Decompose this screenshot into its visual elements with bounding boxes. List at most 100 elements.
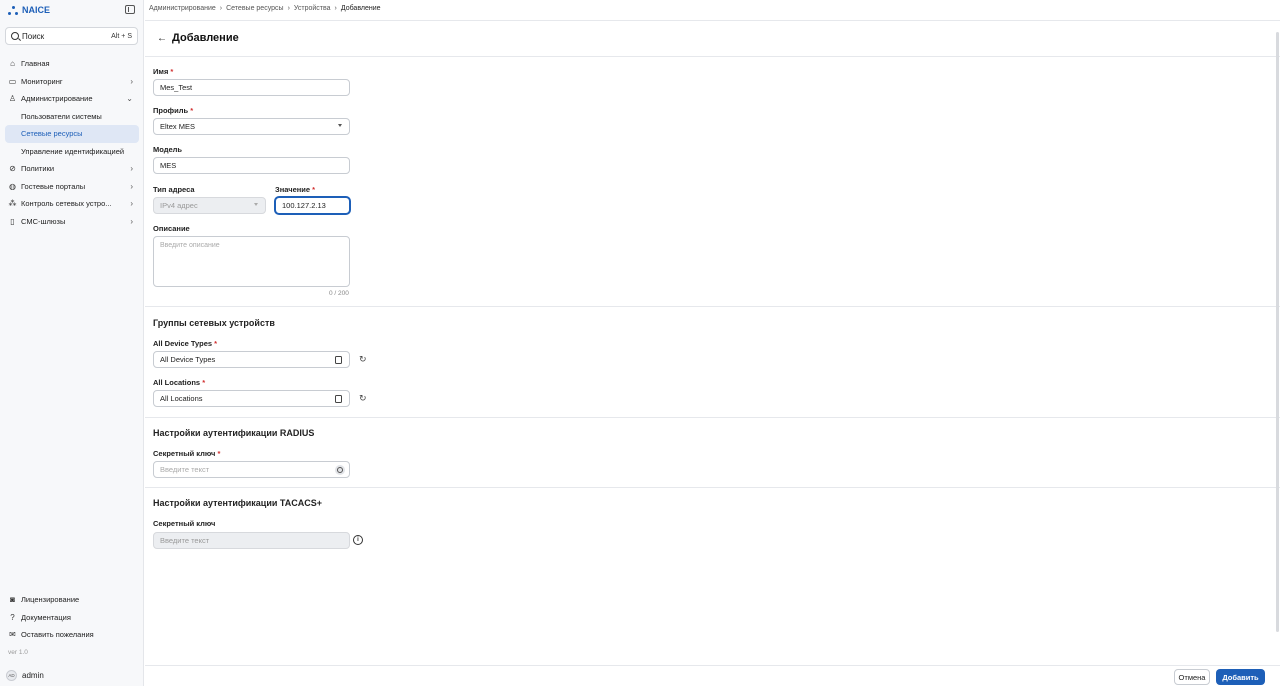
search-icon <box>11 32 19 40</box>
chevron-right-icon: › <box>130 199 133 208</box>
sidebar-item-device-control[interactable]: ⁂ Контроль сетевых устро... › <box>0 195 144 213</box>
sidebar-item-monitoring[interactable]: ▭ Мониторинг › <box>0 73 144 91</box>
profile-select[interactable]: Eltex MES <box>153 118 350 135</box>
sidebar-item-label: Документация <box>21 612 71 622</box>
refresh-icon[interactable]: ↻ <box>359 393 367 404</box>
model-field[interactable]: MES <box>153 157 350 174</box>
sidebar-item-feedback[interactable]: ✉ Оставить пожелания <box>0 626 144 644</box>
radius-secret-field[interactable]: Введите текст <box>153 461 350 478</box>
chevron-down-icon: ⌄ <box>126 94 133 103</box>
sidebar-item-network-resources[interactable]: Сетевые ресурсы <box>5 125 139 143</box>
phone-icon: ▯ <box>10 216 15 226</box>
device-types-label: All Device Types * <box>153 339 218 348</box>
device-types-field[interactable]: All Device Types <box>153 351 350 368</box>
sidebar-item-identity-management[interactable]: Управление идентификацией <box>0 143 144 161</box>
chevron-right-icon: › <box>130 216 133 226</box>
radius-secret-placeholder: Введите текст <box>160 465 210 474</box>
address-value-field[interactable]: 100.127.2.13 <box>275 197 350 214</box>
back-arrow-icon[interactable]: ← <box>157 33 167 44</box>
name-field[interactable]: Mes_Test <box>153 79 350 96</box>
tacacs-section-title: Настройки аутентификации TACACS+ <box>153 498 322 508</box>
breadcrumb-separator: › <box>287 5 290 12</box>
add-button[interactable]: Добавить <box>1216 669 1265 685</box>
sidebar-item-label: Управление идентификацией <box>21 146 125 156</box>
page-header: ← Добавление <box>145 20 1280 57</box>
sidebar-nav: ⌂ Главная ▭ Мониторинг › ♙ Администриров… <box>0 55 144 230</box>
user-name: admin <box>22 671 44 680</box>
sidebar-item-label: Контроль сетевых устро... <box>21 199 112 209</box>
radius-secret-label: Секретный ключ * <box>153 449 221 458</box>
profile-label: Профиль * <box>153 106 194 115</box>
chevron-right-icon: › <box>130 76 133 86</box>
mail-icon: ✉ <box>9 630 16 640</box>
sidebar-item-guest-portals[interactable]: ◍ Гостевые порталы › <box>0 178 144 196</box>
help-icon: ? <box>10 612 15 622</box>
sidebar-item-documentation[interactable]: ? Документация <box>0 609 144 627</box>
section-divider <box>145 306 1280 307</box>
locations-label: All Locations * <box>153 378 206 387</box>
monitor-icon: ▭ <box>8 76 17 86</box>
license-icon: ◙ <box>10 595 15 605</box>
network-icon: ⁂ <box>8 199 17 209</box>
sidebar: NAICE Поиск Alt + S ⌂ Главная ▭ Монитори… <box>0 0 144 686</box>
page-title: Добавление <box>172 32 239 44</box>
search-input[interactable]: Поиск Alt + S <box>5 27 138 45</box>
sidebar-item-label: Главная <box>21 59 50 69</box>
address-value-label: Значение * <box>275 185 316 194</box>
info-icon[interactable]: i <box>353 535 363 545</box>
description-counter: 0 / 200 <box>329 290 349 297</box>
search-shortcut: Alt + S <box>111 32 132 40</box>
breadcrumb-item[interactable]: Устройства <box>294 5 331 12</box>
sidebar-item-label: Оставить пожелания <box>21 630 94 640</box>
avatar: AD <box>6 670 17 681</box>
breadcrumb-item[interactable]: Администрирование <box>149 5 216 12</box>
address-type-select: IPv4 адрес <box>153 197 266 214</box>
breadcrumb-separator: › <box>219 5 223 12</box>
caret-down-icon <box>338 124 342 127</box>
tacacs-secret-field: Введите текст <box>153 532 350 549</box>
logo-icon <box>8 5 18 15</box>
wifi-icon: ◍ <box>9 181 16 191</box>
profile-select-value: Eltex MES <box>160 122 196 131</box>
sidebar-item-label: Лицензирование <box>21 595 80 605</box>
brand-logo[interactable]: NAICE <box>8 5 50 15</box>
search-label: Поиск <box>22 31 45 41</box>
groups-section-title: Группы сетевых устройств <box>153 318 275 328</box>
sidebar-item-administration[interactable]: ♙ Администрирование ⌄ <box>0 90 144 108</box>
brand-name: NAICE <box>22 5 51 15</box>
refresh-icon[interactable]: ↻ <box>359 354 367 365</box>
users-icon: ♙ <box>8 94 17 104</box>
sidebar-item-system-users[interactable]: Пользователи системы <box>0 108 144 126</box>
version-label: ver 1.0 <box>8 649 28 656</box>
sidebar-item-label: Администрирование <box>21 94 93 104</box>
locations-value: All Locations <box>160 394 203 403</box>
cancel-button[interactable]: Отмена <box>1174 669 1210 685</box>
description-textarea[interactable]: Введите описание <box>153 236 350 287</box>
address-type-label: Тип адреса <box>153 185 195 194</box>
breadcrumb-item[interactable]: Сетевые ресурсы <box>226 5 283 12</box>
scrollbar[interactable] <box>1276 32 1279 632</box>
address-type-value: IPv4 адрес <box>160 201 198 210</box>
home-icon: ⌂ <box>10 59 15 69</box>
sidebar-item-sms-gateways[interactable]: ▯ СМС-шлюзы › <box>0 213 144 231</box>
tacacs-secret-label: Секретный ключ <box>153 519 216 528</box>
tree-select-icon[interactable] <box>335 356 342 364</box>
tree-select-icon[interactable] <box>335 395 342 403</box>
sidebar-item-label: СМС-шлюзы <box>21 216 66 226</box>
sidebar-toggle-icon[interactable] <box>125 5 135 14</box>
main-content: Администрирование › Сетевые ресурсы › Устр… <box>145 0 1280 686</box>
radius-section-title: Настройки аутентификации RADIUS <box>153 428 315 438</box>
eye-icon[interactable] <box>335 465 345 475</box>
sidebar-item-policies[interactable]: ⊘ Политики › <box>0 160 144 178</box>
sidebar-item-licensing[interactable]: ◙ Лицензирование <box>0 591 144 609</box>
section-divider <box>145 487 1280 488</box>
sidebar-item-label: Гостевые порталы <box>21 181 86 191</box>
breadcrumb: Администрирование › Сетевые ресурсы › Устр… <box>149 5 381 12</box>
device-types-value: All Device Types <box>160 355 216 364</box>
locations-field[interactable]: All Locations <box>153 390 350 407</box>
sidebar-bottom-nav: ◙ Лицензирование ? Документация ✉ Остави… <box>0 591 144 644</box>
breadcrumb-current: Добавление <box>340 5 381 12</box>
sidebar-item-label: Сетевые ресурсы <box>21 129 83 139</box>
sidebar-item-home[interactable]: ⌂ Главная <box>0 55 144 73</box>
user-menu[interactable]: AD admin <box>6 670 44 681</box>
